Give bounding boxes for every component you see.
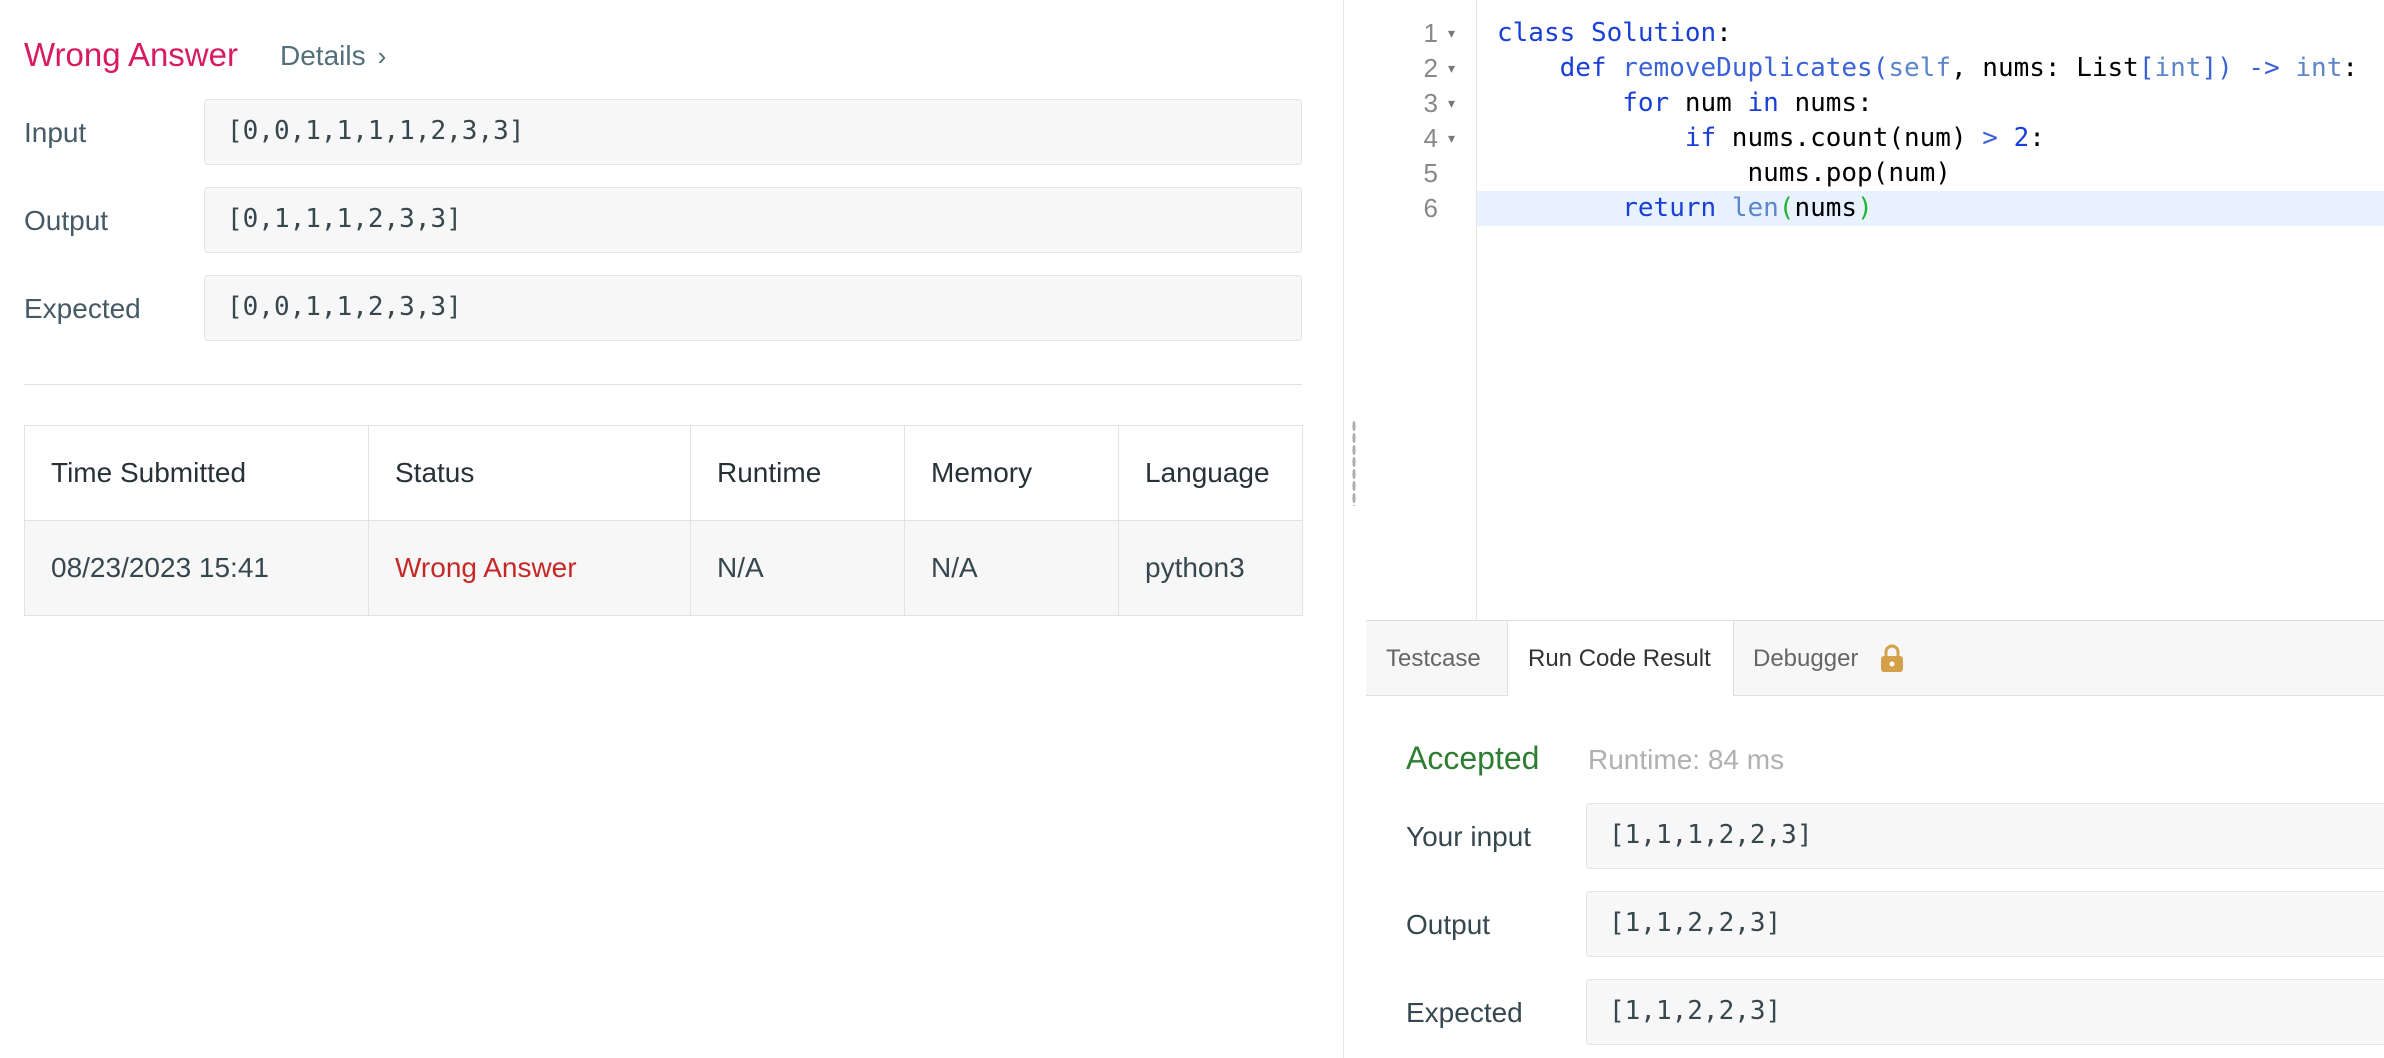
- input-row: Input [0,0,1,1,1,1,2,3,3]: [24, 99, 1302, 165]
- expected-row: Expected [0,0,1,1,2,3,3]: [24, 275, 1302, 341]
- gutter-line: 1 ▾: [1366, 16, 1476, 51]
- run-output-box: [1,1,2,2,3]: [1586, 891, 2384, 957]
- tab-label: Debugger: [1753, 645, 1859, 672]
- cell-language: python3: [1118, 520, 1303, 616]
- header-status: Status: [368, 425, 691, 521]
- code-text: nums.pop(num): [1497, 158, 1951, 188]
- gutter-line: 3 ▾: [1366, 86, 1476, 121]
- tab-label: Testcase: [1386, 645, 1481, 672]
- line-number: 2: [1423, 53, 1438, 83]
- run-expected-box: [1,1,2,2,3]: [1586, 979, 2384, 1045]
- details-label: Details: [280, 40, 366, 71]
- details-link[interactable]: Details ›: [280, 40, 386, 72]
- lock-icon: [1881, 644, 1903, 672]
- run-expected-value: [1,1,2,2,3]: [1609, 996, 1782, 1026]
- your-input-label: Your input: [1406, 821, 1532, 852]
- divider: [24, 384, 1302, 385]
- cell-time-submitted: 08/23/2023 15:41: [24, 520, 369, 616]
- code-text: class Solution:: [1497, 18, 1732, 48]
- run-output-label: Output: [1406, 909, 1491, 940]
- tab-label: Run Code Result: [1528, 645, 1711, 672]
- fold-arrow-icon[interactable]: ▾: [1448, 25, 1455, 42]
- gutter-line: 6: [1366, 191, 1476, 226]
- run-output-row: Output [1,1,2,2,3]: [1406, 891, 2384, 957]
- your-input-value: [1,1,1,2,2,3]: [1609, 820, 1813, 850]
- output-label: Output: [24, 205, 109, 236]
- output-row: Output [0,1,1,1,2,3,3]: [24, 187, 1302, 253]
- cell-runtime: N/A: [690, 520, 905, 616]
- line-number: 5: [1423, 158, 1438, 188]
- expected-value: [0,0,1,1,2,3,3]: [227, 292, 462, 322]
- header-language: Language: [1118, 425, 1303, 521]
- code-text: def removeDuplicates(self, nums: List[in…: [1559, 53, 2359, 83]
- editor-gutter: 1 ▾ 2 ▾ 3 ▾ 4 ▾ 5 6: [1366, 0, 1477, 620]
- code-line-active[interactable]: return len(nums): [1477, 191, 2384, 226]
- header-time-submitted: Time Submitted: [24, 425, 369, 521]
- cell-memory: N/A: [904, 520, 1119, 616]
- header-memory: Memory: [904, 425, 1119, 521]
- line-number: 4: [1423, 123, 1438, 153]
- result-status-title: Wrong Answer: [24, 36, 238, 73]
- submission-result-panel: Wrong Answer Details › Input [0,0,1,1,1,1…: [0, 0, 1343, 1058]
- cell-status[interactable]: Wrong Answer: [368, 520, 691, 616]
- gutter-line: 4 ▾: [1366, 121, 1476, 156]
- code-line[interactable]: def removeDuplicates(self, nums: List[in…: [1477, 51, 2384, 86]
- line-number: 3: [1423, 88, 1438, 118]
- fold-arrow-icon[interactable]: ▾: [1448, 130, 1455, 147]
- your-input-row: Your input [1,1,1,2,2,3]: [1406, 803, 2384, 869]
- chevron-right-icon: ›: [377, 41, 387, 71]
- output-value: [0,1,1,1,2,3,3]: [227, 204, 462, 234]
- code-line[interactable]: nums.pop(num): [1477, 156, 2384, 191]
- run-status-accepted: Accepted: [1406, 740, 1540, 776]
- output-value-box: [0,1,1,1,2,3,3]: [204, 187, 1302, 253]
- expected-value-box: [0,0,1,1,2,3,3]: [204, 275, 1302, 341]
- gutter-line: 2 ▾: [1366, 51, 1476, 86]
- tab-run-code-result[interactable]: Run Code Result: [1507, 621, 1734, 696]
- code-text: for num in nums:: [1622, 88, 1873, 118]
- code-text: if nums.count(num) > 2:: [1684, 123, 2045, 153]
- code-line[interactable]: for num in nums:: [1477, 86, 2384, 121]
- header-runtime: Runtime: [690, 425, 905, 521]
- submissions-table: Time Submitted Status Runtime Memory Lan…: [24, 425, 1303, 616]
- table-header-row: Time Submitted Status Runtime Memory Lan…: [24, 425, 1303, 521]
- line-number: 6: [1423, 193, 1438, 223]
- table-row: 08/23/2023 15:41 Wrong Answer N/A N/A py…: [24, 520, 1303, 616]
- fold-arrow-icon[interactable]: ▾: [1448, 95, 1455, 112]
- code-line[interactable]: if nums.count(num) > 2:: [1477, 121, 2384, 156]
- panel-splitter[interactable]: [1343, 0, 1367, 1058]
- code-line[interactable]: class Solution:: [1477, 16, 2384, 51]
- tab-debugger[interactable]: Debugger: [1733, 621, 1933, 695]
- code-text: return len(nums): [1622, 193, 1873, 223]
- drag-handle-icon[interactable]: [1352, 420, 1356, 506]
- run-output-value: [1,1,2,2,3]: [1609, 908, 1782, 938]
- console-tab-bar: Testcase Run Code Result Debugger: [1366, 620, 2384, 696]
- run-expected-row: Expected [1,1,2,2,3]: [1406, 979, 2384, 1045]
- code-editor[interactable]: 1 ▾ 2 ▾ 3 ▾ 4 ▾ 5 6 class Solution: def …: [1366, 0, 2384, 620]
- input-value-box: [0,0,1,1,1,1,2,3,3]: [204, 99, 1302, 165]
- input-label: Input: [24, 117, 87, 148]
- line-number: 1: [1423, 18, 1438, 48]
- tab-testcase[interactable]: Testcase: [1366, 621, 1506, 695]
- input-value: [0,0,1,1,1,1,2,3,3]: [227, 116, 525, 146]
- your-input-box: [1,1,1,2,2,3]: [1586, 803, 2384, 869]
- editor-panel: 1 ▾ 2 ▾ 3 ▾ 4 ▾ 5 6 class Solution: def …: [1366, 0, 2384, 1058]
- run-expected-label: Expected: [1406, 997, 1523, 1028]
- fold-arrow-icon[interactable]: ▾: [1448, 60, 1455, 77]
- run-runtime: Runtime: 84 ms: [1588, 744, 1785, 775]
- gutter-line: 5: [1366, 156, 1476, 191]
- expected-label: Expected: [24, 293, 141, 324]
